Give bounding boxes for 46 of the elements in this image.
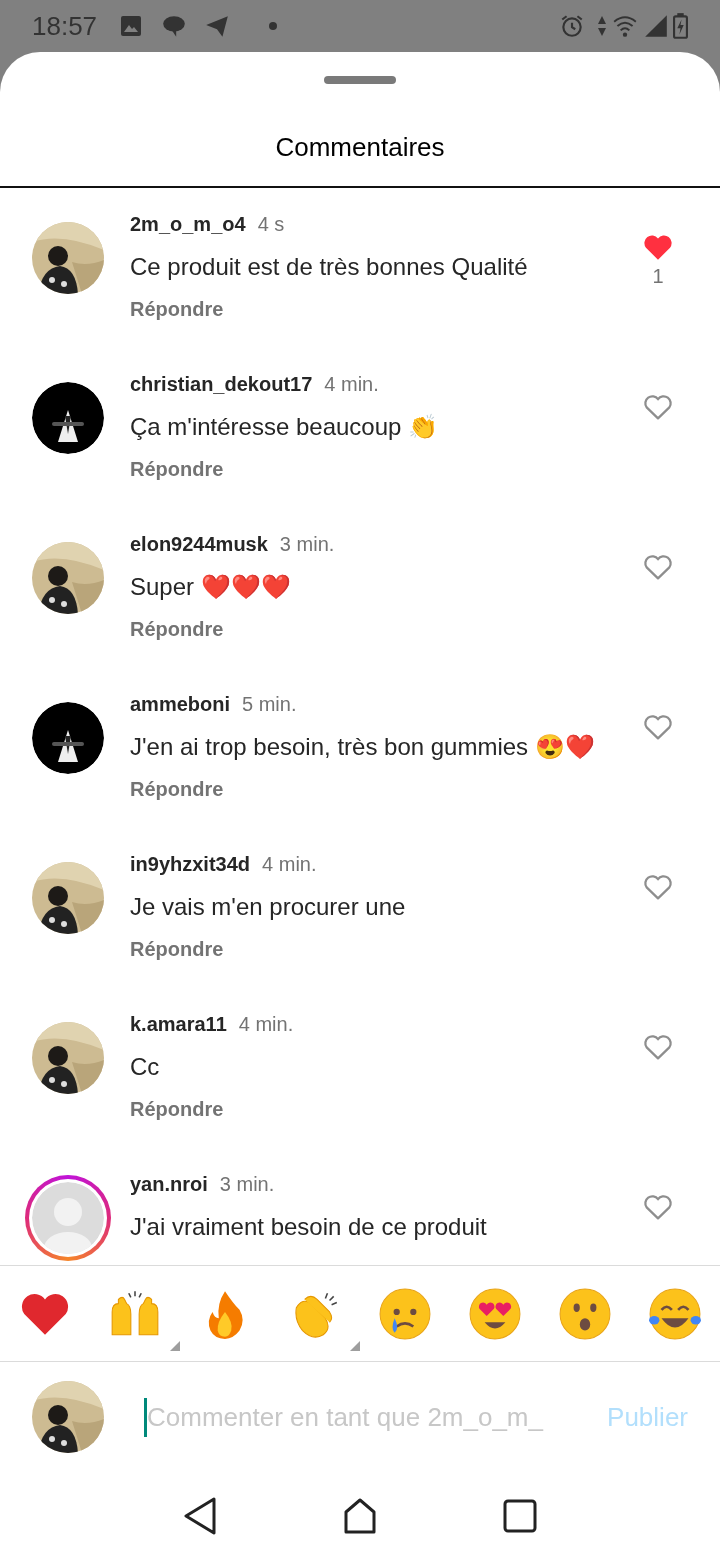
comment-time: 3 min. xyxy=(219,1172,275,1197)
reply-link[interactable]: Répondre xyxy=(130,298,224,320)
username[interactable]: ammeboni xyxy=(130,689,231,719)
comment-text: Super ❤❤❤ xyxy=(130,572,292,602)
comment-time: 4 min. xyxy=(262,852,317,877)
wifi-icon xyxy=(611,13,639,39)
reply-link[interactable]: Répondre xyxy=(130,618,224,640)
laughing-face-icon[interactable] xyxy=(648,1286,702,1341)
comment-text: J'ai vraiment besoin de ce produit xyxy=(130,1212,488,1242)
comment-text: Cc xyxy=(130,1052,161,1082)
drag-handle[interactable] xyxy=(324,76,396,84)
comment-text: Ce produit est de très bonnes Qualité xyxy=(130,252,529,282)
username[interactable]: elon9244musk xyxy=(130,529,268,559)
comment-time: 4 s xyxy=(257,212,285,237)
comment-time: 3 min. xyxy=(279,532,335,557)
reply-link[interactable]: Répondre xyxy=(130,938,224,960)
surprised-face-icon[interactable] xyxy=(558,1286,612,1341)
image-icon xyxy=(119,14,144,38)
data-arrows-icon xyxy=(597,14,607,38)
username[interactable]: yan.nroi xyxy=(130,1169,208,1199)
reply-link[interactable]: Répondre xyxy=(130,458,224,480)
heart-eyes-face-icon[interactable] xyxy=(468,1286,522,1341)
home-icon[interactable] xyxy=(342,1496,378,1536)
battery-icon xyxy=(673,12,688,40)
crying-face-icon[interactable] xyxy=(378,1286,432,1341)
signal-icon xyxy=(643,13,669,39)
username[interactable]: k.amara11 xyxy=(130,1009,227,1039)
username[interactable]: christian_dekout17 xyxy=(130,369,313,399)
dot-icon xyxy=(269,22,278,30)
comment-time: 5 min. xyxy=(242,692,297,717)
reply-link[interactable]: Répondre xyxy=(130,1098,224,1120)
comment-text: J'en ai trop besoin, très bon gummies 😍❤ xyxy=(130,732,596,762)
alarm-icon xyxy=(559,13,585,39)
comment-text: Je vais m'en procurer une xyxy=(130,892,407,922)
like-count: 1 xyxy=(652,264,664,288)
comment-time: 4 min. xyxy=(238,1012,294,1037)
reply-link[interactable]: Répondre xyxy=(130,778,224,800)
username[interactable]: 2m_o_m_o4 xyxy=(130,209,246,239)
comment-time: 4 min. xyxy=(324,372,379,397)
back-icon[interactable] xyxy=(182,1496,218,1536)
comment-text: Ça m'intéresse beaucoup 👏 xyxy=(130,412,440,442)
status-time: 18:57 xyxy=(32,9,98,43)
recents-icon[interactable] xyxy=(502,1498,538,1534)
sheet-title: Commentaires xyxy=(275,130,445,164)
username[interactable]: in9yhzxit34d xyxy=(130,849,251,879)
chat-bubbles-icon xyxy=(161,13,188,39)
